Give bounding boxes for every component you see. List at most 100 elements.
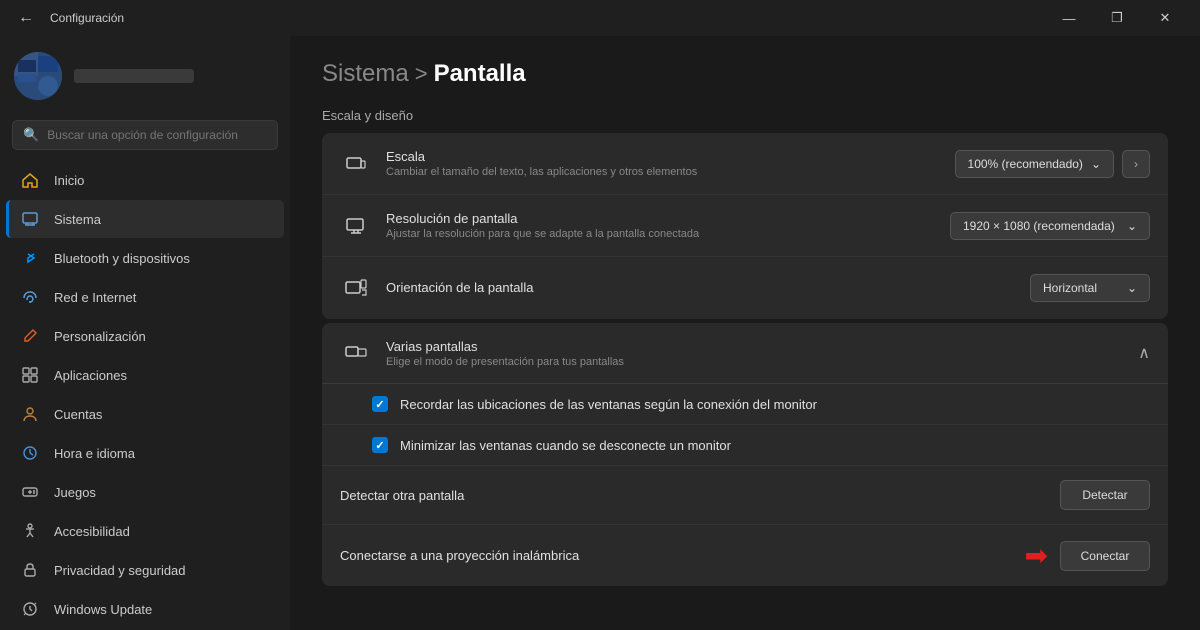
resolucion-icon xyxy=(340,210,372,242)
resolucion-dropdown[interactable]: 1920 × 1080 (recomendada) ⌄ xyxy=(950,212,1150,240)
sidebar-item-label-apps: Aplicaciones xyxy=(54,368,127,383)
checkbox-minimizar[interactable] xyxy=(372,437,388,453)
varias-header[interactable]: Varias pantallas Elige el modo de presen… xyxy=(322,323,1168,384)
personaliz-icon xyxy=(20,326,40,346)
resolucion-title: Resolución de pantalla xyxy=(386,211,950,226)
sidebar: 🔍 Inicio Sistema Bluetooth y dispositivo… xyxy=(0,36,290,630)
sidebar-item-accesib[interactable]: Accesibilidad xyxy=(6,512,284,550)
sidebar-item-cuentas[interactable]: Cuentas xyxy=(6,395,284,433)
content-area: Sistema > Pantalla Escala y diseño Escal… xyxy=(290,36,1200,630)
escala-desc: Cambiar el tamaño del texto, las aplicac… xyxy=(386,166,955,178)
resolucion-desc: Ajustar la resolución para que se adapte… xyxy=(386,228,950,240)
orientacion-row: Orientación de la pantalla Horizontal ⌄ xyxy=(322,257,1168,319)
sidebar-item-personaliz[interactable]: Personalización xyxy=(6,317,284,355)
orientacion-icon xyxy=(340,272,372,304)
varias-content: Varias pantallas Elige el modo de presen… xyxy=(386,339,1138,368)
settings-card-scale-design: Escala Cambiar el tamaño del texto, las … xyxy=(322,133,1168,319)
sidebar-item-sistema[interactable]: Sistema xyxy=(6,200,284,238)
titlebar: ← Configuración — ❐ ✕ xyxy=(0,0,1200,36)
bluetooth-icon xyxy=(20,248,40,268)
orientacion-title: Orientación de la pantalla xyxy=(386,280,1030,295)
breadcrumb-parent[interactable]: Sistema xyxy=(322,60,409,88)
red-arrow-icon: ➡ xyxy=(1025,539,1048,572)
sidebar-item-label-accesib: Accesibilidad xyxy=(54,524,130,539)
juegos-icon xyxy=(20,482,40,502)
sidebar-item-windows[interactable]: Windows Update xyxy=(6,590,284,628)
apps-icon xyxy=(20,365,40,385)
sidebar-item-label-privacidad: Privacidad y seguridad xyxy=(54,563,186,578)
varias-desc: Elige el modo de presentación para tus p… xyxy=(386,356,1138,368)
search-input[interactable] xyxy=(47,128,267,142)
detectar-button[interactable]: Detectar xyxy=(1060,480,1150,510)
breadcrumb-current: Pantalla xyxy=(434,60,526,88)
search-icon: 🔍 xyxy=(23,127,39,143)
escala-dropdown[interactable]: 100% (recomendado) ⌄ xyxy=(955,150,1114,178)
cuentas-icon xyxy=(20,404,40,424)
sidebar-item-label-red: Red e Internet xyxy=(54,290,136,305)
detectar-label: Detectar otra pantalla xyxy=(340,488,1060,503)
escala-row: Escala Cambiar el tamaño del texto, las … xyxy=(322,133,1168,195)
sidebar-item-apps[interactable]: Aplicaciones xyxy=(6,356,284,394)
sidebar-item-inicio[interactable]: Inicio xyxy=(6,161,284,199)
sidebar-item-hora[interactable]: Hora e idioma xyxy=(6,434,284,472)
escala-control: 100% (recomendado) ⌄ › xyxy=(955,150,1150,178)
conectar-control: ➡ Conectar xyxy=(1025,539,1150,572)
back-icon[interactable]: ← xyxy=(12,7,40,29)
search-box[interactable]: 🔍 xyxy=(12,120,278,150)
resolucion-row: Resolución de pantalla Ajustar la resolu… xyxy=(322,195,1168,257)
escala-icon xyxy=(340,148,372,180)
sidebar-item-red[interactable]: Red e Internet xyxy=(6,278,284,316)
profile-name xyxy=(74,69,194,83)
sub-row-minimizar: Minimizar las ventanas cuando se descone… xyxy=(322,425,1168,466)
windows-icon xyxy=(20,599,40,619)
checkbox-recordar[interactable] xyxy=(372,396,388,412)
sistema-icon xyxy=(20,209,40,229)
minimize-button[interactable]: — xyxy=(1046,2,1092,34)
escala-arrow[interactable]: › xyxy=(1122,150,1150,178)
sidebar-item-juegos[interactable]: Juegos xyxy=(6,473,284,511)
varias-icon xyxy=(340,337,372,369)
avatar-image xyxy=(14,52,62,100)
hora-icon xyxy=(20,443,40,463)
chevron-down-icon: ⌄ xyxy=(1127,219,1137,233)
sidebar-item-label-inicio: Inicio xyxy=(54,173,84,188)
titlebar-title: Configuración xyxy=(50,11,124,25)
sidebar-item-privacidad[interactable]: Privacidad y seguridad xyxy=(6,551,284,589)
titlebar-controls: — ❐ ✕ xyxy=(1046,2,1188,34)
varias-title: Varias pantallas xyxy=(386,339,1138,354)
escala-content: Escala Cambiar el tamaño del texto, las … xyxy=(386,149,955,178)
breadcrumb-separator: > xyxy=(415,61,428,87)
sidebar-profile xyxy=(0,36,290,116)
orientacion-dropdown[interactable]: Horizontal ⌄ xyxy=(1030,274,1150,302)
minimizar-label: Minimizar las ventanas cuando se descone… xyxy=(400,438,731,453)
sidebar-item-label-bluetooth: Bluetooth y dispositivos xyxy=(54,251,190,266)
privacidad-icon xyxy=(20,560,40,580)
conectar-row: Conectarse a una proyección inalámbrica … xyxy=(322,525,1168,586)
conectar-button[interactable]: Conectar xyxy=(1060,541,1150,571)
chevron-down-icon: ⌄ xyxy=(1127,281,1137,295)
orientacion-content: Orientación de la pantalla xyxy=(386,280,1030,297)
recordar-label: Recordar las ubicaciones de las ventanas… xyxy=(400,397,817,412)
resolucion-content: Resolución de pantalla Ajustar la resolu… xyxy=(386,211,950,240)
sub-row-recordar: Recordar las ubicaciones de las ventanas… xyxy=(322,384,1168,425)
varias-pantallas-card: Varias pantallas Elige el modo de presen… xyxy=(322,323,1168,586)
chevron-down-icon: ⌄ xyxy=(1091,157,1101,171)
sidebar-item-label-personaliz: Personalización xyxy=(54,329,146,344)
main-layout: 🔍 Inicio Sistema Bluetooth y dispositivo… xyxy=(0,36,1200,630)
sidebar-item-label-hora: Hora e idioma xyxy=(54,446,135,461)
breadcrumb: Sistema > Pantalla xyxy=(322,60,1168,88)
conectar-label: Conectarse a una proyección inalámbrica xyxy=(340,548,1025,563)
sidebar-item-label-sistema: Sistema xyxy=(54,212,101,227)
varias-collapse-icon: ∧ xyxy=(1138,343,1150,363)
inicio-icon xyxy=(20,170,40,190)
titlebar-left: ← Configuración xyxy=(12,7,124,29)
red-icon xyxy=(20,287,40,307)
sidebar-item-bluetooth[interactable]: Bluetooth y dispositivos xyxy=(6,239,284,277)
detectar-row: Detectar otra pantalla Detectar xyxy=(322,466,1168,525)
nav-list: Inicio Sistema Bluetooth y dispositivos … xyxy=(0,160,290,629)
close-button[interactable]: ✕ xyxy=(1142,2,1188,34)
maximize-button[interactable]: ❐ xyxy=(1094,2,1140,34)
accesib-icon xyxy=(20,521,40,541)
section-title: Escala y diseño xyxy=(322,108,1168,123)
avatar xyxy=(14,52,62,100)
